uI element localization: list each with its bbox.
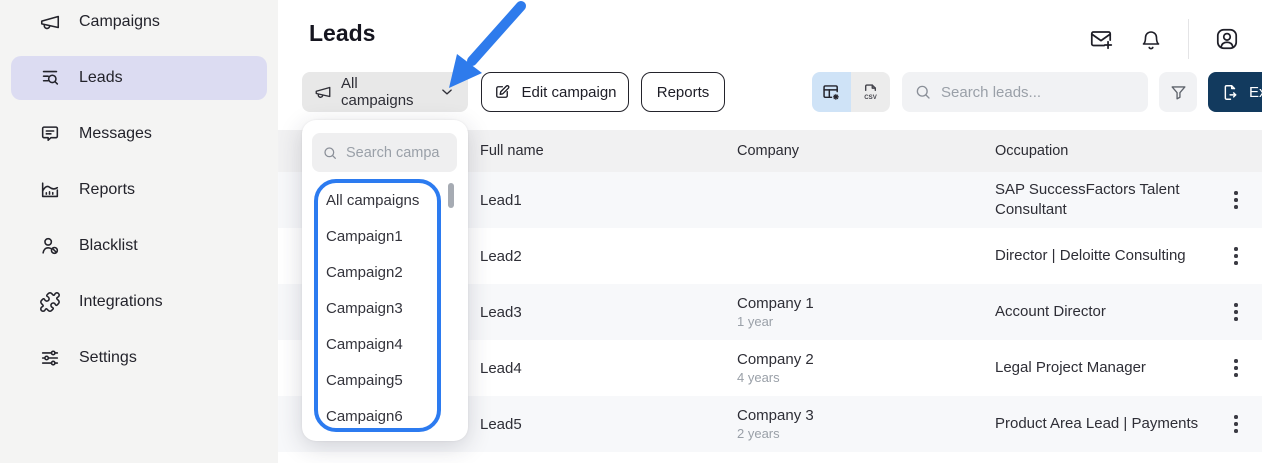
search-leads-input[interactable] xyxy=(941,84,1136,101)
sidebar-label-messages: Messages xyxy=(79,125,152,143)
lead-name: Lead2 xyxy=(480,248,737,265)
campaign-option-campaign6[interactable]: Campaign6 xyxy=(302,398,452,434)
sidebar-item-campaigns[interactable]: Campaigns xyxy=(11,0,267,44)
row-menu-button[interactable] xyxy=(1224,414,1248,435)
chat-bubble-icon xyxy=(39,123,61,145)
mail-plus-icon[interactable] xyxy=(1088,26,1114,52)
column-header-occupation: Occupation xyxy=(995,143,1218,159)
campaign-filter-dropdown[interactable]: All campaigns xyxy=(302,72,468,112)
lead-occupation: Product Area Lead | Payments xyxy=(995,414,1210,434)
chevron-down-icon xyxy=(438,83,456,101)
avatar-icon[interactable] xyxy=(1214,26,1240,52)
sidebar-label-settings: Settings xyxy=(79,349,137,367)
edit-campaign-label: Edit campaign xyxy=(521,84,616,101)
sidebar-label-reports: Reports xyxy=(79,181,135,199)
megaphone-icon xyxy=(314,83,332,101)
csv-view-toggle-button[interactable]: CSV xyxy=(851,72,890,112)
campaign-option-all-campaigns[interactable]: All campaigns xyxy=(302,182,452,218)
leads-search-box xyxy=(902,72,1148,112)
campaign-option-campaign1[interactable]: Campaign1 xyxy=(302,218,452,254)
reports-button-label: Reports xyxy=(657,84,710,101)
edit-campaign-button[interactable]: Edit campaign xyxy=(481,72,629,112)
export-button[interactable]: Exp xyxy=(1208,72,1262,112)
dropdown-scrollbar-thumb[interactable] xyxy=(448,183,454,208)
table-view-toggle-button[interactable] xyxy=(812,72,851,112)
sidebar-label-campaigns: Campaigns xyxy=(79,13,160,31)
leads-search-icon xyxy=(39,67,61,89)
sidebar: Campaigns Leads Messages Reports xyxy=(0,0,278,463)
lead-name: Lead5 xyxy=(480,416,737,433)
column-header-full-name: Full name xyxy=(480,143,737,159)
row-menu-button[interactable] xyxy=(1224,302,1248,323)
row-menu-button[interactable] xyxy=(1224,190,1248,211)
svg-text:CSV: CSV xyxy=(864,94,877,101)
lead-name: Lead4 xyxy=(480,360,737,377)
filter-button[interactable] xyxy=(1159,72,1197,112)
sidebar-item-messages[interactable]: Messages xyxy=(11,112,267,156)
search-campaigns-input[interactable] xyxy=(346,145,447,161)
lead-company: Company 3 xyxy=(737,407,995,424)
topbar xyxy=(1088,19,1240,59)
export-file-icon xyxy=(1221,83,1240,102)
csv-file-icon: CSV xyxy=(860,82,881,103)
bar-chart-icon xyxy=(39,179,61,201)
lead-occupation: Account Director xyxy=(995,302,1210,322)
sidebar-label-integrations: Integrations xyxy=(79,293,163,311)
lead-company: Company 2 xyxy=(737,351,995,368)
row-menu-button[interactable] xyxy=(1224,246,1248,267)
lead-company-duration: 1 year xyxy=(737,314,995,329)
lead-occupation: Legal Project Manager xyxy=(995,358,1210,378)
campaign-option-campaign3[interactable]: Campaign3 xyxy=(302,290,452,326)
campaign-option-campaing5[interactable]: Campaing5 xyxy=(302,362,452,398)
view-toggle-group: CSV xyxy=(812,72,890,112)
campaign-option-campaign2[interactable]: Campaign2 xyxy=(302,254,452,290)
export-button-label: Exp xyxy=(1249,84,1262,101)
campaign-dropdown-panel: All campaigns Campaign1 Campaign2 Campai… xyxy=(302,120,468,441)
campaign-options-list: All campaigns Campaign1 Campaign2 Campai… xyxy=(302,182,452,434)
lead-name: Lead3 xyxy=(480,304,737,321)
campaign-search-box xyxy=(312,133,457,172)
sidebar-item-integrations[interactable]: Integrations xyxy=(11,280,267,324)
lead-occupation: SAP SuccessFactors Talent Consultant xyxy=(995,180,1210,221)
lead-company: Company 1 xyxy=(737,295,995,312)
main-content: Leads All campaigns xyxy=(278,0,1262,463)
megaphone-icon xyxy=(39,11,61,33)
edit-pencil-icon xyxy=(493,83,511,101)
lead-company-duration: 2 years xyxy=(737,426,995,441)
sidebar-item-settings[interactable]: Settings xyxy=(11,336,267,380)
table-settings-icon xyxy=(821,82,842,103)
lead-company-duration: 4 years xyxy=(737,370,995,385)
page-title: Leads xyxy=(309,20,375,47)
lead-name: Lead1 xyxy=(480,192,737,209)
user-block-icon xyxy=(39,235,61,257)
search-icon xyxy=(322,145,338,161)
column-header-company: Company xyxy=(737,143,995,159)
search-icon xyxy=(914,83,932,101)
sliders-icon xyxy=(39,347,61,369)
campaign-filter-label: All campaigns xyxy=(341,75,429,109)
bell-icon[interactable] xyxy=(1139,27,1163,51)
sidebar-label-blacklist: Blacklist xyxy=(79,237,138,255)
topbar-divider xyxy=(1188,19,1189,59)
campaign-option-campaign4[interactable]: Campaign4 xyxy=(302,326,452,362)
sidebar-item-reports[interactable]: Reports xyxy=(11,168,267,212)
puzzle-icon xyxy=(39,291,61,313)
toolbar: All campaigns Edit campaign Reports xyxy=(278,72,1262,112)
sidebar-label-leads: Leads xyxy=(79,69,123,87)
row-menu-button[interactable] xyxy=(1224,358,1248,379)
sidebar-item-leads[interactable]: Leads xyxy=(11,56,267,100)
app-window: Campaigns Leads Messages Reports xyxy=(0,0,1262,463)
funnel-icon xyxy=(1169,83,1188,102)
sidebar-item-blacklist[interactable]: Blacklist xyxy=(11,224,267,268)
lead-occupation: Director | Deloitte Consulting xyxy=(995,246,1210,266)
reports-button[interactable]: Reports xyxy=(641,72,725,112)
